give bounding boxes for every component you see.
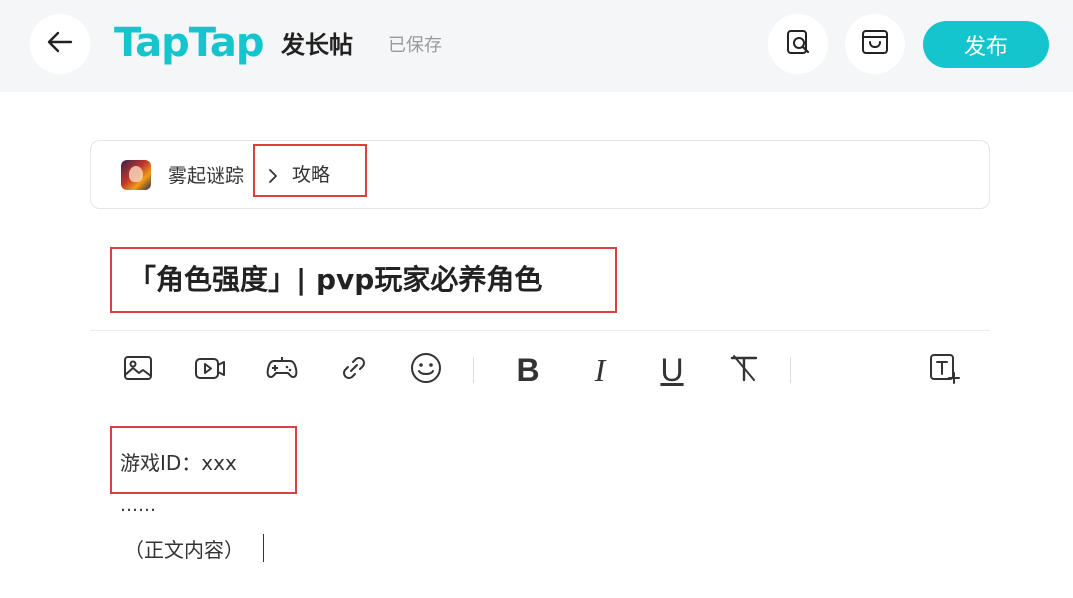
chevron-right-icon [266, 162, 280, 190]
saved-status: 已保存 [388, 35, 442, 56]
preview-search-icon [784, 28, 812, 60]
preview-button[interactable] [768, 14, 828, 74]
content-line-ellipsis[interactable]: …… [120, 494, 156, 518]
italic-icon: I [594, 352, 606, 388]
insert-game-button[interactable] [262, 350, 302, 390]
clear-format-icon [727, 351, 761, 389]
insert-video-button[interactable] [190, 350, 230, 390]
underline-button[interactable]: U [652, 350, 692, 390]
underline-icon: U [660, 352, 684, 388]
draft-box-button[interactable] [845, 14, 905, 74]
post-title-input[interactable]: 「角色强度」| pvp玩家必养角色 [128, 261, 542, 299]
insert-emoji-button[interactable] [406, 350, 446, 390]
draft-box-icon [860, 27, 890, 61]
content-line-game-id[interactable]: 游戏ID：xxx [120, 448, 237, 478]
bold-button[interactable]: B [508, 350, 548, 390]
insert-link-button[interactable] [334, 350, 374, 390]
divider [90, 330, 990, 331]
clear-format-button[interactable] [724, 350, 764, 390]
italic-button[interactable]: I [580, 350, 620, 390]
content-line-body[interactable]: （正文内容） [124, 535, 244, 565]
text-insert-icon [927, 351, 961, 389]
emoji-icon [409, 351, 443, 389]
publish-button[interactable]: 发布 [923, 21, 1049, 68]
insert-text-block-button[interactable] [924, 350, 964, 390]
arrow-left-icon [45, 27, 75, 61]
taptap-logo[interactable]: TapTap [114, 17, 265, 69]
game-controller-icon [265, 351, 299, 389]
insert-image-button[interactable] [118, 350, 158, 390]
toolbar-separator [790, 357, 791, 383]
game-avatar [121, 160, 151, 190]
game-name[interactable]: 雾起谜踪 [168, 162, 244, 190]
link-icon [337, 351, 371, 389]
toolbar-separator [473, 357, 474, 383]
video-icon [193, 351, 227, 389]
page-title: 发长帖 [281, 31, 353, 59]
bold-icon: B [516, 352, 540, 388]
image-icon [121, 351, 155, 389]
back-button[interactable] [30, 14, 90, 74]
category-label[interactable]: 攻略 [292, 161, 330, 189]
text-cursor [263, 534, 264, 562]
